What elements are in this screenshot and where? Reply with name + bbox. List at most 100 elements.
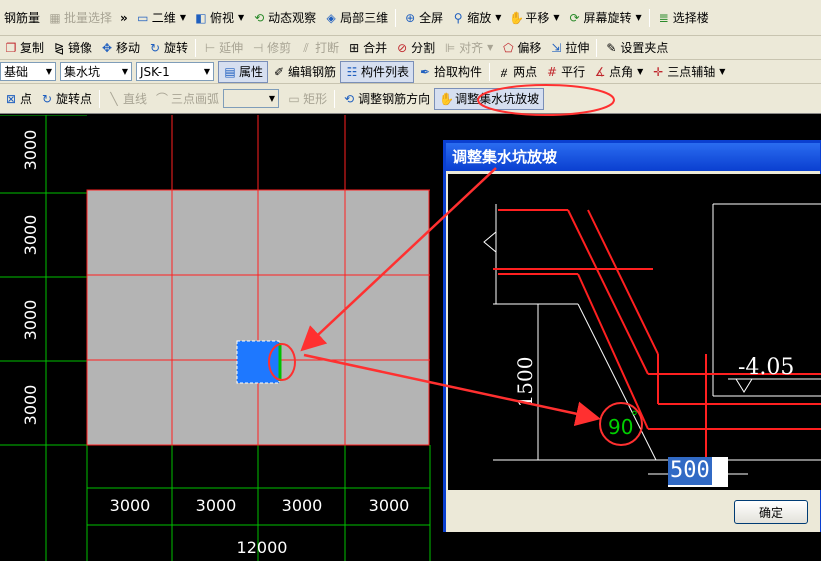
row-dimension-text: 3000 bbox=[21, 215, 40, 256]
pan-button[interactable]: ✋ 平移 ▼ bbox=[505, 7, 563, 29]
column-dimension-text: 3000 bbox=[196, 496, 237, 515]
parallel-icon: # bbox=[547, 64, 558, 79]
local-3d-label: 局部三维 bbox=[340, 11, 389, 25]
two-points-button[interactable]: ⧣ 两点 bbox=[493, 61, 541, 83]
point-angle-dropdown-icon[interactable]: ▼ bbox=[637, 67, 643, 76]
pan-dropdown-icon[interactable]: ▼ bbox=[553, 13, 559, 22]
orbit-button[interactable]: ⟲ 动态观察 bbox=[248, 7, 320, 29]
extend-button[interactable]: ⊢ 延伸 bbox=[199, 37, 247, 59]
three-point-axis-label: 三点辅轴 bbox=[667, 65, 716, 79]
view-2d-button[interactable]: ▭ 二维 ▼ bbox=[132, 7, 190, 29]
merge-button[interactable]: ⊞ 合并 bbox=[343, 37, 391, 59]
view-2d-dropdown-icon[interactable]: ▼ bbox=[180, 13, 186, 22]
line-label: 直线 bbox=[123, 92, 148, 106]
pick-component-button[interactable]: ✒ 拾取构件 bbox=[414, 61, 486, 83]
top-view-button[interactable]: ◧ 俯视 ▼ bbox=[190, 7, 248, 29]
component-name-select[interactable]: JSK-1 ▼ bbox=[136, 62, 214, 81]
adjust-pit-slope-label: 调整集水坑放坡 bbox=[455, 92, 540, 106]
arc-mode-select[interactable]: ▼ bbox=[223, 89, 280, 108]
rotate-point-button[interactable]: ↻ 旋转点 bbox=[36, 88, 96, 110]
screen-rotate-dropdown-icon[interactable]: ▼ bbox=[636, 13, 642, 22]
orbit-label: 动态观察 bbox=[268, 11, 317, 25]
break-button[interactable]: ⫽ 打断 bbox=[295, 37, 343, 59]
three-point-axis-button[interactable]: ✛ 三点辅轴 ▼ bbox=[647, 61, 729, 83]
fullscreen-icon: ⊕ bbox=[405, 10, 416, 25]
point-angle-button[interactable]: ∡ 点角 ▼ bbox=[589, 61, 647, 83]
depth-dimension-text: 1500 bbox=[513, 357, 537, 408]
local-3d-icon: ◈ bbox=[326, 10, 336, 25]
component-list-button[interactable]: ☷ 构件列表 bbox=[340, 60, 415, 83]
properties-button[interactable]: ▤ 属性 bbox=[218, 60, 269, 83]
adjust-pit-slope-button[interactable]: ✋ 调整集水坑放坡 bbox=[434, 87, 545, 110]
three-point-axis-dropdown-icon[interactable]: ▼ bbox=[719, 67, 725, 76]
edit-rebar-button[interactable]: ✐ 编辑钢筋 bbox=[268, 61, 340, 83]
set-grip-button[interactable]: ✎ 设置夹点 bbox=[600, 37, 672, 59]
mirror-button[interactable]: ⧎ 镜像 bbox=[48, 37, 96, 59]
eyedropper-icon: ✒ bbox=[420, 64, 431, 79]
screen-rotate-button[interactable]: ⟳ 屏幕旋转 ▼ bbox=[564, 7, 646, 29]
dialog-title: 调整集水坑放坡 bbox=[446, 143, 820, 171]
trim-button[interactable]: ⊣ 修剪 bbox=[247, 37, 295, 59]
parallel-button[interactable]: # 平行 bbox=[541, 61, 589, 83]
copy-icon: ❐ bbox=[5, 40, 17, 55]
toolbar-separator bbox=[395, 8, 397, 27]
offset-value-input[interactable]: 500 bbox=[668, 457, 728, 487]
column-dimension-text: 3000 bbox=[369, 496, 410, 515]
component-type-select[interactable]: 集水坑 ▼ bbox=[60, 62, 132, 81]
local-3d-button[interactable]: ◈ 局部三维 bbox=[320, 7, 392, 29]
point-icon: ⊠ bbox=[5, 91, 17, 106]
align-button[interactable]: ⊫ 对齐 ▼ bbox=[439, 37, 497, 59]
batch-select-button[interactable]: ▦ 批量选择 bbox=[44, 7, 116, 29]
extend-label: 延伸 bbox=[219, 41, 244, 55]
stretch-label: 拉伸 bbox=[565, 41, 590, 55]
align-dropdown-icon[interactable]: ▼ bbox=[487, 43, 493, 52]
rotate-button[interactable]: ↻ 旋转 bbox=[144, 37, 192, 59]
section-rebar[interactable] bbox=[493, 209, 821, 464]
ok-button[interactable]: 确定 bbox=[734, 500, 808, 524]
properties-label: 属性 bbox=[239, 65, 264, 79]
total-dimension-text: 12000 bbox=[237, 538, 288, 557]
split-button[interactable]: ⊘ 分割 bbox=[391, 37, 439, 59]
row-dimension-text: 3000 bbox=[21, 300, 40, 341]
zoom-dropdown-icon[interactable]: ▼ bbox=[495, 13, 501, 22]
line-icon: ╲ bbox=[110, 91, 118, 106]
batch-select-icon: ▦ bbox=[49, 10, 61, 25]
point-button[interactable]: ⊠ 点 bbox=[0, 88, 36, 110]
fullscreen-button[interactable]: ⊕ 全屏 bbox=[399, 7, 447, 29]
move-button[interactable]: ✥ 移动 bbox=[96, 37, 144, 59]
select-floor-label: 选择楼 bbox=[672, 11, 709, 25]
elevation-text: -4.05 bbox=[738, 355, 794, 380]
select-floor-button[interactable]: ≣ 选择楼 bbox=[653, 7, 713, 29]
toolbar-separator bbox=[489, 62, 491, 81]
pan-label: 平移 bbox=[525, 11, 550, 25]
layer-select[interactable]: 基础 ▼ bbox=[0, 62, 56, 81]
toolbar-separator bbox=[99, 89, 101, 108]
adjust-rebar-dir-button[interactable]: ⟲ 调整钢筋方向 bbox=[338, 88, 434, 110]
top-view-dropdown-icon[interactable]: ▼ bbox=[238, 13, 244, 22]
rotate-icon: ↻ bbox=[150, 40, 161, 55]
stretch-button[interactable]: ⇲ 拉伸 bbox=[545, 37, 593, 59]
toolbar-overflow-chevron[interactable]: » bbox=[116, 11, 132, 25]
zoom-button[interactable]: ⚲ 缩放 ▼ bbox=[447, 7, 505, 29]
merge-label: 合并 bbox=[363, 41, 388, 55]
line-button[interactable]: ╲ 直线 bbox=[103, 88, 151, 110]
app-window: 钢筋量 ▦ 批量选择 » ▭ 二维 ▼ ◧ 俯视 ▼ ⟲ 动态观察 ◈ 局部三维 ⊕ 全屏 ⚲ 缩… bbox=[0, 0, 821, 561]
axis-icon: ✛ bbox=[653, 64, 664, 79]
align-icon: ⊫ bbox=[444, 40, 456, 55]
arc-button[interactable]: ⌒ 三点画弧 bbox=[151, 88, 223, 110]
toolbar-separator bbox=[334, 89, 336, 108]
parallel-label: 平行 bbox=[561, 65, 586, 79]
slope-angle-text[interactable]: 90 bbox=[608, 415, 633, 439]
copy-label: 复制 bbox=[20, 41, 45, 55]
copy-button[interactable]: ❐ 复制 bbox=[0, 37, 48, 59]
toolbar-row-2: ❐ 复制 ⧎ 镜像 ✥ 移动 ↻ 旋转 ⊢ 延伸 ⊣ 修剪 ⫽ 打断 ⊞ 合并 ⊘ 分割 ⊫ 对齐 ▼… bbox=[0, 36, 821, 60]
rebar-quantity-label: 钢筋量 bbox=[4, 11, 41, 25]
offset-button[interactable]: ⬠ 偏移 bbox=[497, 37, 545, 59]
rebar-quantity-button[interactable]: 钢筋量 bbox=[0, 7, 44, 29]
set-grip-label: 设置夹点 bbox=[620, 41, 669, 55]
row-dimension-text: 3000 bbox=[21, 385, 40, 426]
arc-label: 三点画弧 bbox=[171, 92, 220, 106]
adjust-pit-slope-dialog: 调整集水坑放坡 1500 -4.05 90 ° 500 确定 bbox=[443, 140, 821, 532]
sump-pit-selected[interactable] bbox=[236, 340, 280, 384]
rect-button[interactable]: ▭ 矩形 bbox=[283, 88, 331, 110]
